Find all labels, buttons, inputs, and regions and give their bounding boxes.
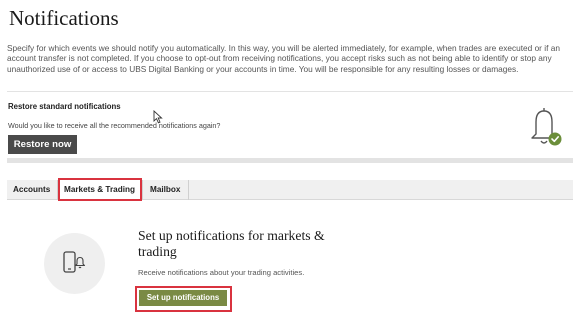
phone-notification-icon [63,251,86,273]
button-highlight-box [135,286,232,312]
bell-with-check-icon [531,108,562,146]
phone-icon-circle [44,233,105,294]
setup-title: Set up notifications for markets & tradi… [138,228,325,259]
intro-text: Specify for which events we should notif… [7,43,560,74]
restore-title: Restore standard notifications [8,102,121,111]
tab-mailbox[interactable]: Mailbox [144,180,189,200]
page-title: Notifications [9,6,119,30]
setup-description: Receive notifications about your trading… [138,268,305,277]
tab-accounts[interactable]: Accounts [7,180,58,200]
mouse-cursor-icon [153,110,163,124]
tab-highlight-box [58,178,142,201]
restore-now-button[interactable]: Restore now [8,135,77,154]
restore-question: Would you like to receive all the recomm… [8,121,221,130]
restore-panel: Restore standard notifications Would you… [7,91,573,163]
